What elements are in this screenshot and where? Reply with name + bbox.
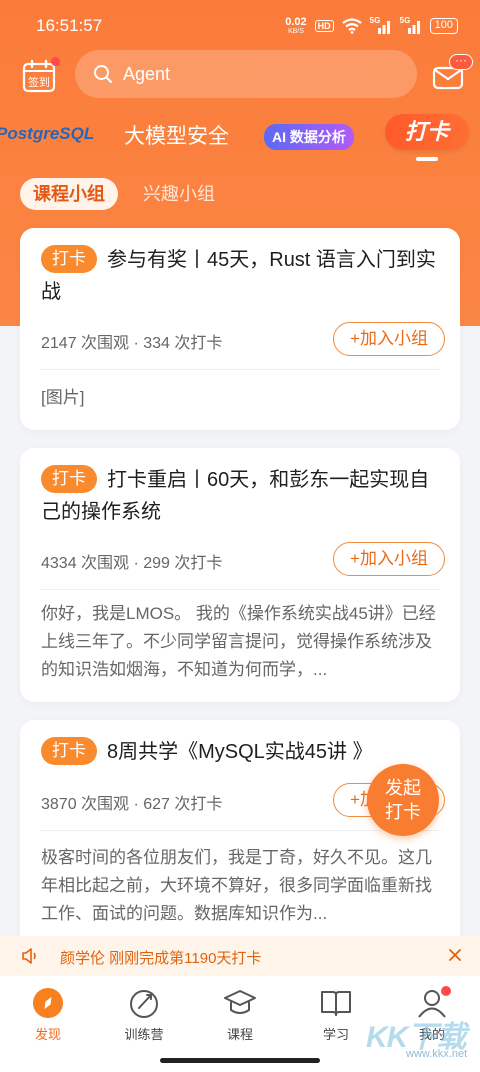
search-icon — [94, 65, 112, 83]
signal-1-icon: 5G — [370, 16, 392, 34]
card-title: 打卡 参与有奖丨45天，Rust 语言入门到实战 — [41, 244, 441, 308]
signal-2-icon: 5G — [400, 16, 422, 34]
nav-label: 发现 — [34, 1027, 61, 1042]
start-checkin-fab[interactable]: 发起 打卡 — [367, 764, 439, 836]
channel-ai-data-analysis[interactable]: AI 数据分析 — [264, 124, 354, 150]
nav-courses[interactable]: 课程 — [200, 986, 280, 1043]
card-stats: 4334 次围观 · 299 次打卡 — [41, 555, 223, 572]
watermark-logo: KK下载 www.kkx.net — [366, 1021, 468, 1060]
checkin-label: 签到 — [28, 77, 50, 89]
fab-line-2: 打卡 — [385, 802, 421, 822]
checkin-tag: 打卡 — [41, 737, 97, 765]
watermark-url: www.kkx.net — [406, 1048, 468, 1060]
checkin-tag: 打卡 — [41, 245, 97, 273]
card-preview: [图片] — [41, 388, 85, 407]
rocket-icon — [130, 990, 158, 1018]
join-group-button[interactable]: +加入小组 — [333, 322, 445, 356]
card-title-text: 8周共学《MySQL实战45讲 》 — [107, 741, 373, 763]
channel-checkin[interactable]: 打卡 — [385, 114, 469, 150]
card-divider — [41, 369, 439, 370]
close-icon[interactable] — [446, 946, 464, 964]
top-bar: 签到 Agent ··· — [0, 50, 480, 100]
search-placeholder: Agent — [123, 63, 171, 84]
group-card[interactable]: 打卡8周共学《MySQL实战45讲 》 3870 次围观 · 627 次打卡 +… — [20, 720, 460, 970]
subtab-course-groups[interactable]: 课程小组 — [20, 178, 118, 210]
compass-icon — [33, 988, 63, 1018]
graduation-cap-icon — [224, 990, 256, 1014]
checkin-button[interactable]: 签到 — [22, 57, 60, 93]
message-badge: ··· — [449, 54, 473, 70]
network-speed: 0.02 KB/S — [285, 15, 307, 36]
status-time: 16:51:57 — [36, 16, 103, 35]
book-icon — [321, 991, 351, 1016]
fab-line-1: 发起 — [385, 778, 421, 798]
checkin-notification-dot — [51, 57, 60, 66]
card-preview: 你好，我是LMOS。 我的《操作系统实战45讲》已经上线三年了。不少同学留言提问… — [41, 604, 436, 679]
network-speed-unit: KB/S — [287, 27, 304, 35]
group-card[interactable]: 打卡 参与有奖丨45天，Rust 语言入门到实战 2147 次围观 · 334 次… — [20, 228, 460, 430]
wifi-icon — [341, 18, 362, 34]
nav-training-camp[interactable]: 训练营 — [104, 986, 184, 1043]
card-divider — [41, 589, 439, 590]
nav-discover[interactable]: 发现 — [8, 986, 88, 1043]
card-preview: 极客时间的各位朋友们，我是丁奇，好久不见。这几年相比起之前，大环境不算好，很多同… — [41, 848, 432, 923]
search-bar[interactable]: Agent — [75, 50, 417, 98]
speaker-icon — [22, 948, 36, 964]
subtab-interest-groups[interactable]: 兴趣小组 — [130, 178, 228, 210]
card-stats: 2147 次围观 · 334 次打卡 — [41, 335, 223, 352]
group-subtabs: 课程小组 兴趣小组 — [20, 178, 228, 210]
ticker-text: 颜学伦 刚刚完成第1190天打卡 — [60, 950, 262, 967]
activity-ticker[interactable]: 颜学伦 刚刚完成第1190天打卡 — [0, 936, 480, 976]
card-stats: 3870 次围观 · 627 次打卡 — [41, 796, 223, 813]
home-indicator[interactable] — [160, 1058, 320, 1063]
card-title: 打卡 8周共学《MySQL实战45讲 》 — [41, 736, 441, 768]
battery-indicator: 100 — [429, 18, 458, 34]
channel-postgresql[interactable]: PostgreSQL — [0, 124, 94, 144]
network-speed-value: 0.02 — [285, 15, 307, 28]
nav-label: 训练营 — [124, 1027, 164, 1042]
status-bar: 16:51:57 0.02 KB/S HD 5G 5G 100 — [0, 0, 480, 52]
channel-tabs: PostgreSQL 大模型安全 AI 数据分析 打卡 — [0, 112, 480, 161]
nav-study[interactable]: 学习 — [296, 986, 376, 1043]
join-group-button[interactable]: +加入小组 — [333, 542, 445, 576]
hd-badge: HD — [314, 20, 334, 32]
channel-llm-security[interactable]: 大模型安全 — [124, 120, 229, 150]
card-title-text: 参与有奖丨45天，Rust 语言入门到实战 — [41, 249, 436, 303]
nav-label: 学习 — [322, 1027, 349, 1042]
card-divider — [41, 830, 439, 831]
checkin-tag: 打卡 — [41, 465, 97, 493]
status-indicators: 0.02 KB/S HD 5G 5G 100 — [285, 15, 458, 36]
active-channel-indicator — [416, 157, 438, 161]
nav-label: 课程 — [226, 1027, 253, 1042]
card-title-text: 打卡重启丨60天，和彭东一起实现自己的操作系统 — [41, 469, 430, 523]
profile-notification-dot — [441, 986, 451, 996]
card-title: 打卡 打卡重启丨60天，和彭东一起实现自己的操作系统 — [41, 464, 441, 528]
group-card[interactable]: 打卡 打卡重启丨60天，和彭东一起实现自己的操作系统 4334 次围观 · 299… — [20, 448, 460, 702]
